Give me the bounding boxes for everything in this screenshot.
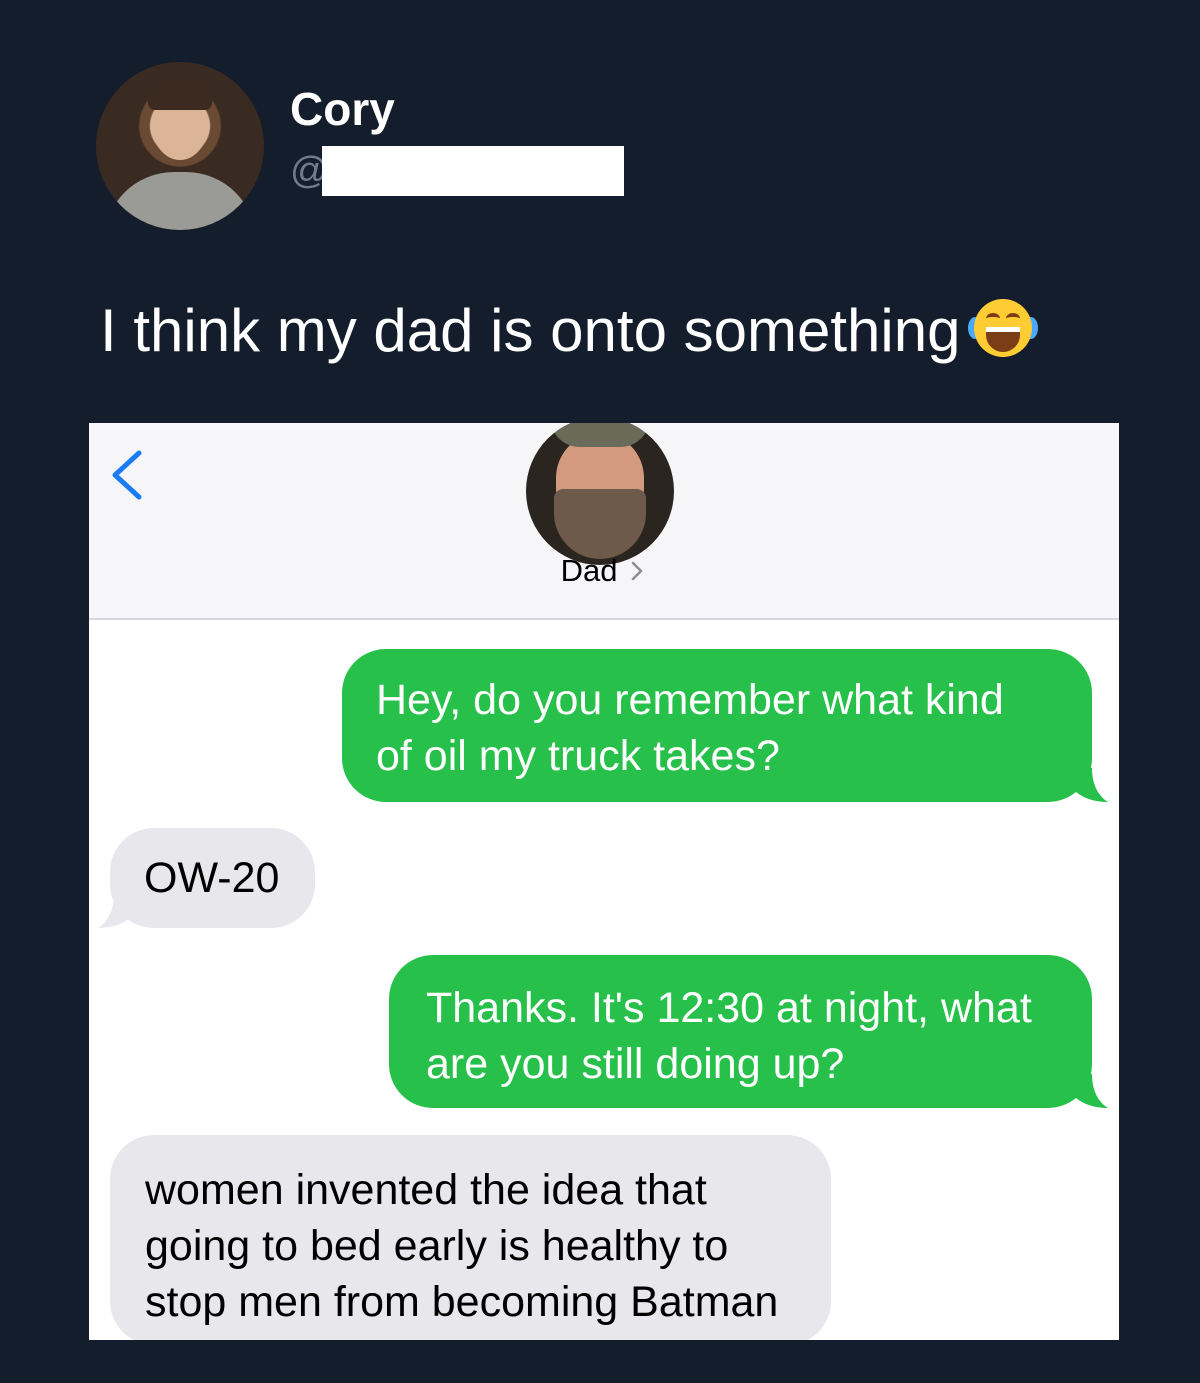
message-line: are you still doing up? <box>426 1040 845 1088</box>
message-bubble-outgoing[interactable]: Hey, do you remember what kind of oil my… <box>342 649 1092 802</box>
tweet-text: I think my dad is onto something <box>100 296 1039 365</box>
message-line: of oil my truck takes? <box>376 732 780 780</box>
bubble-tail-outgoing <box>1074 768 1108 802</box>
message-line: stop men from becoming Batman <box>145 1278 779 1326</box>
conversation-header: Dad <box>89 423 1119 620</box>
contact-name-label: Dad <box>560 553 618 588</box>
tweet-text-content: I think my dad is onto something <box>100 297 961 364</box>
tweet-header: Cory @ <box>0 0 1200 260</box>
back-chevron-icon[interactable] <box>109 449 145 501</box>
handle-redaction-box <box>322 146 624 196</box>
message-bubble-incoming[interactable]: women invented the idea that going to be… <box>110 1135 831 1340</box>
contact-avatar[interactable] <box>526 423 674 565</box>
message-line: women invented the idea that <box>145 1166 707 1214</box>
message-line: OW-20 <box>144 854 280 902</box>
avatar-hair <box>148 80 212 110</box>
contact-cap <box>550 423 650 447</box>
message-bubble-incoming[interactable]: OW-20 <box>110 828 315 928</box>
laughing-tears-emoji-icon <box>968 299 1039 357</box>
message-line: going to bed early is healthy to <box>145 1222 729 1270</box>
message-line: Hey, do you remember what kind <box>376 676 1004 724</box>
bubble-tail-outgoing <box>1074 1074 1108 1108</box>
contact-beard <box>554 489 646 559</box>
avatar-shirt <box>104 172 256 230</box>
author-display-name[interactable]: Cory <box>290 82 395 136</box>
bubble-tail-incoming <box>98 894 132 928</box>
message-line: Thanks. It's 12:30 at night, what <box>426 984 1032 1032</box>
messages-screenshot: Dad Hey, do you remember what kind of oi… <box>89 423 1119 1340</box>
contact-name-button[interactable]: Dad <box>89 553 1119 589</box>
message-bubble-outgoing[interactable]: Thanks. It's 12:30 at night, what are yo… <box>389 955 1092 1108</box>
chevron-right-icon <box>632 561 643 581</box>
author-avatar[interactable] <box>96 62 264 230</box>
